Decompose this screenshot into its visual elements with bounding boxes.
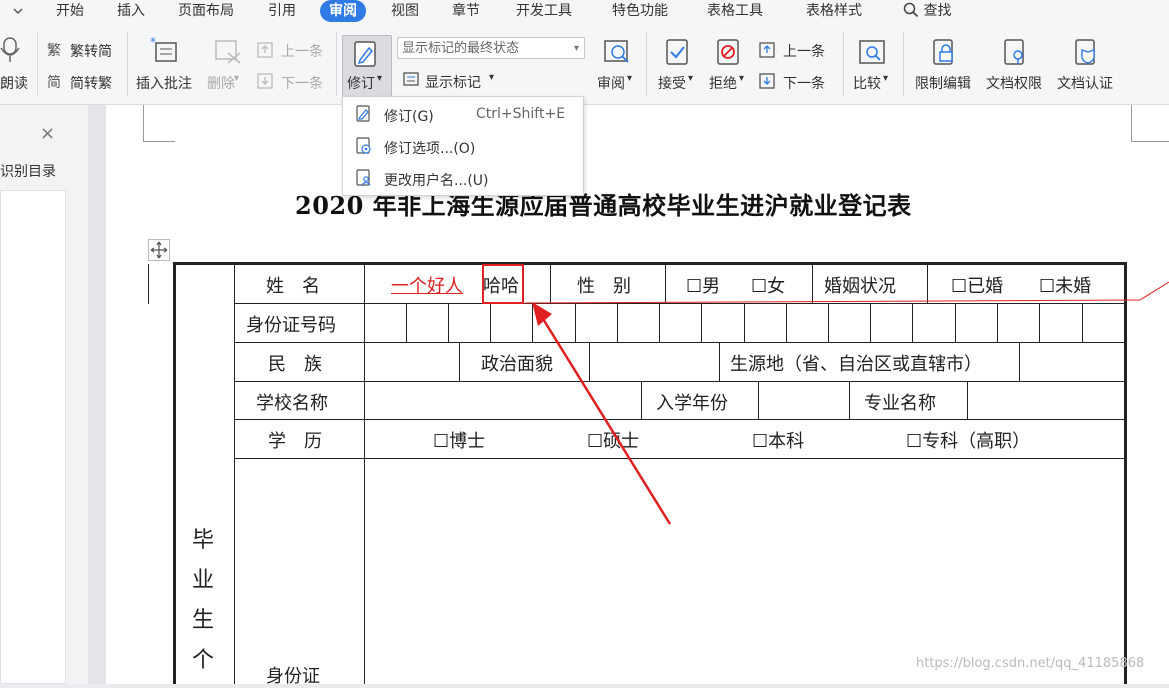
review-pane-button[interactable]: 审阅: [597, 73, 625, 93]
menu-item-label: 修订选项...(O): [384, 141, 476, 157]
table-move-handle[interactable]: [148, 239, 170, 261]
next-change-icon[interactable]: [759, 72, 779, 94]
svg-text:*: *: [150, 37, 156, 49]
reject-icon[interactable]: [716, 38, 742, 70]
reject-button[interactable]: 拒绝: [709, 73, 737, 93]
review-ribbon: 朗读 繁 繁转简 简 简转繁 * 插入批注 删除 ▾ 上一条 下一条 修订 ▾ …: [0, 24, 1169, 105]
tab-home[interactable]: 开始: [56, 0, 84, 22]
move-icon: [150, 241, 168, 259]
read-aloud-icon[interactable]: [0, 36, 22, 68]
compare-button[interactable]: 比较: [853, 73, 881, 93]
tab-special-features[interactable]: 特色功能: [612, 0, 668, 22]
quick-access-dropdown-icon[interactable]: [12, 0, 24, 22]
next-comment-button[interactable]: 下一条: [281, 73, 323, 93]
track-changes-label: 修订: [347, 76, 375, 92]
review-pane-icon[interactable]: [602, 38, 632, 70]
search-box[interactable]: 查找: [903, 0, 951, 22]
major-name-label: 专业名称: [864, 393, 936, 414]
id-number-label: 身份证号码: [246, 315, 336, 336]
page-gutter: [88, 105, 106, 684]
restrict-edit-button[interactable]: 限制编辑: [915, 73, 971, 93]
track-changes-icon[interactable]: [353, 40, 379, 72]
trad-to-simp-button[interactable]: 繁转简: [70, 41, 112, 61]
chevron-down-icon: ▾: [573, 43, 579, 54]
college-checkbox[interactable]: ☐专科（高职）: [906, 427, 1030, 453]
doc-certification-icon[interactable]: [1074, 38, 1100, 70]
close-icon[interactable]: ×: [40, 123, 55, 144]
side-label-char: 业: [192, 568, 215, 593]
markup-state-value: 显示标记的最终状态: [402, 41, 520, 56]
accept-button[interactable]: 接受: [658, 73, 686, 93]
menu-item-change-username[interactable]: 更改用户名...(U): [343, 164, 583, 194]
tab-view[interactable]: 视图: [391, 0, 419, 22]
search-icon: [903, 2, 919, 18]
tab-table-tools[interactable]: 表格工具: [707, 0, 763, 22]
next-change-button[interactable]: 下一条: [783, 73, 825, 93]
doc-permission-icon[interactable]: [1003, 38, 1029, 70]
track-changes-menu: 修订(G) Ctrl+Shift+E 修订选项...(O) 更改用户名...(U…: [342, 96, 584, 196]
education-label: 学 历: [268, 431, 322, 452]
tab-table-style[interactable]: 表格样式: [806, 0, 862, 22]
menu-item-shortcut: Ctrl+Shift+E: [476, 106, 566, 122]
phd-checkbox[interactable]: ☐博士: [433, 427, 485, 453]
name-label: 姓 名: [266, 276, 320, 297]
tab-references[interactable]: 引用: [268, 0, 296, 22]
tab-review[interactable]: 审阅: [320, 0, 366, 22]
read-aloud-label: 朗读: [0, 76, 28, 92]
tab-insert[interactable]: 插入: [117, 0, 145, 22]
tab-page-layout[interactable]: 页面布局: [178, 0, 234, 22]
recognize-toc-label[interactable]: 识别目录: [0, 161, 56, 181]
tab-developer[interactable]: 开发工具: [516, 0, 572, 22]
show-markup-icon[interactable]: [401, 70, 421, 92]
doc-certification-button[interactable]: 文档认证: [1057, 73, 1113, 93]
show-markup-button[interactable]: 显示标记: [425, 72, 481, 92]
delete-comment-button[interactable]: 删除: [207, 73, 235, 93]
prev-change-button[interactable]: 上一条: [783, 41, 825, 61]
ethnic-label: 民 族: [268, 354, 322, 375]
delete-comment-icon[interactable]: [212, 37, 242, 69]
navigation-panel-body: [0, 190, 66, 684]
track-changes-icon: [356, 105, 370, 122]
menu-item-label: 更改用户名...(U): [384, 173, 489, 189]
insert-comment-button[interactable]: 插入批注: [136, 73, 192, 93]
side-label-char: 毕: [192, 528, 215, 553]
side-label-char: 生: [192, 608, 215, 633]
school-name-label: 学校名称: [256, 393, 328, 414]
menu-item-label: 修订(G): [384, 109, 434, 125]
settings-icon: [356, 137, 371, 154]
trad-to-simp-icon[interactable]: 繁: [47, 40, 61, 60]
prev-comment-icon[interactable]: [257, 41, 277, 63]
prev-comment-button[interactable]: 上一条: [281, 41, 323, 61]
menu-tab-bar: 开始 插入 页面布局 引用 审阅 视图 章节 开发工具 特色功能 表格工具 表格…: [0, 0, 1169, 24]
insert-comment-icon[interactable]: *: [150, 35, 180, 69]
next-comment-icon[interactable]: [257, 72, 277, 94]
tab-chapter[interactable]: 章节: [452, 0, 480, 22]
simp-to-trad-button[interactable]: 简转繁: [70, 73, 112, 93]
compare-icon[interactable]: [858, 38, 888, 70]
doc-permission-button[interactable]: 文档权限: [986, 73, 1042, 93]
origin-label: 生源地（省、自治区或直辖市）: [730, 354, 982, 375]
annotation-arrow: [532, 302, 672, 525]
search-label: 查找: [923, 3, 952, 19]
watermark: https://blog.csdn.net/qq_41185868: [916, 656, 1145, 671]
side-label-char: 个: [192, 648, 215, 673]
user-icon: [356, 169, 371, 186]
simp-to-trad-icon[interactable]: 简: [47, 72, 61, 92]
name-inserted-text[interactable]: 一个好人: [391, 272, 463, 298]
accept-icon[interactable]: [665, 38, 691, 70]
id-card-label: 身份证: [266, 666, 320, 687]
bachelor-checkbox[interactable]: ☐本科: [752, 427, 804, 453]
markup-state-select[interactable]: 显示标记的最终状态 ▾: [397, 37, 585, 59]
text-cursor: [148, 264, 149, 304]
restrict-edit-icon[interactable]: [932, 38, 958, 70]
highlight-box: [482, 264, 524, 304]
menu-item-track-changes[interactable]: 修订(G) Ctrl+Shift+E: [343, 100, 583, 130]
menu-item-track-options[interactable]: 修订选项...(O): [343, 132, 583, 162]
prev-change-icon[interactable]: [759, 41, 779, 63]
